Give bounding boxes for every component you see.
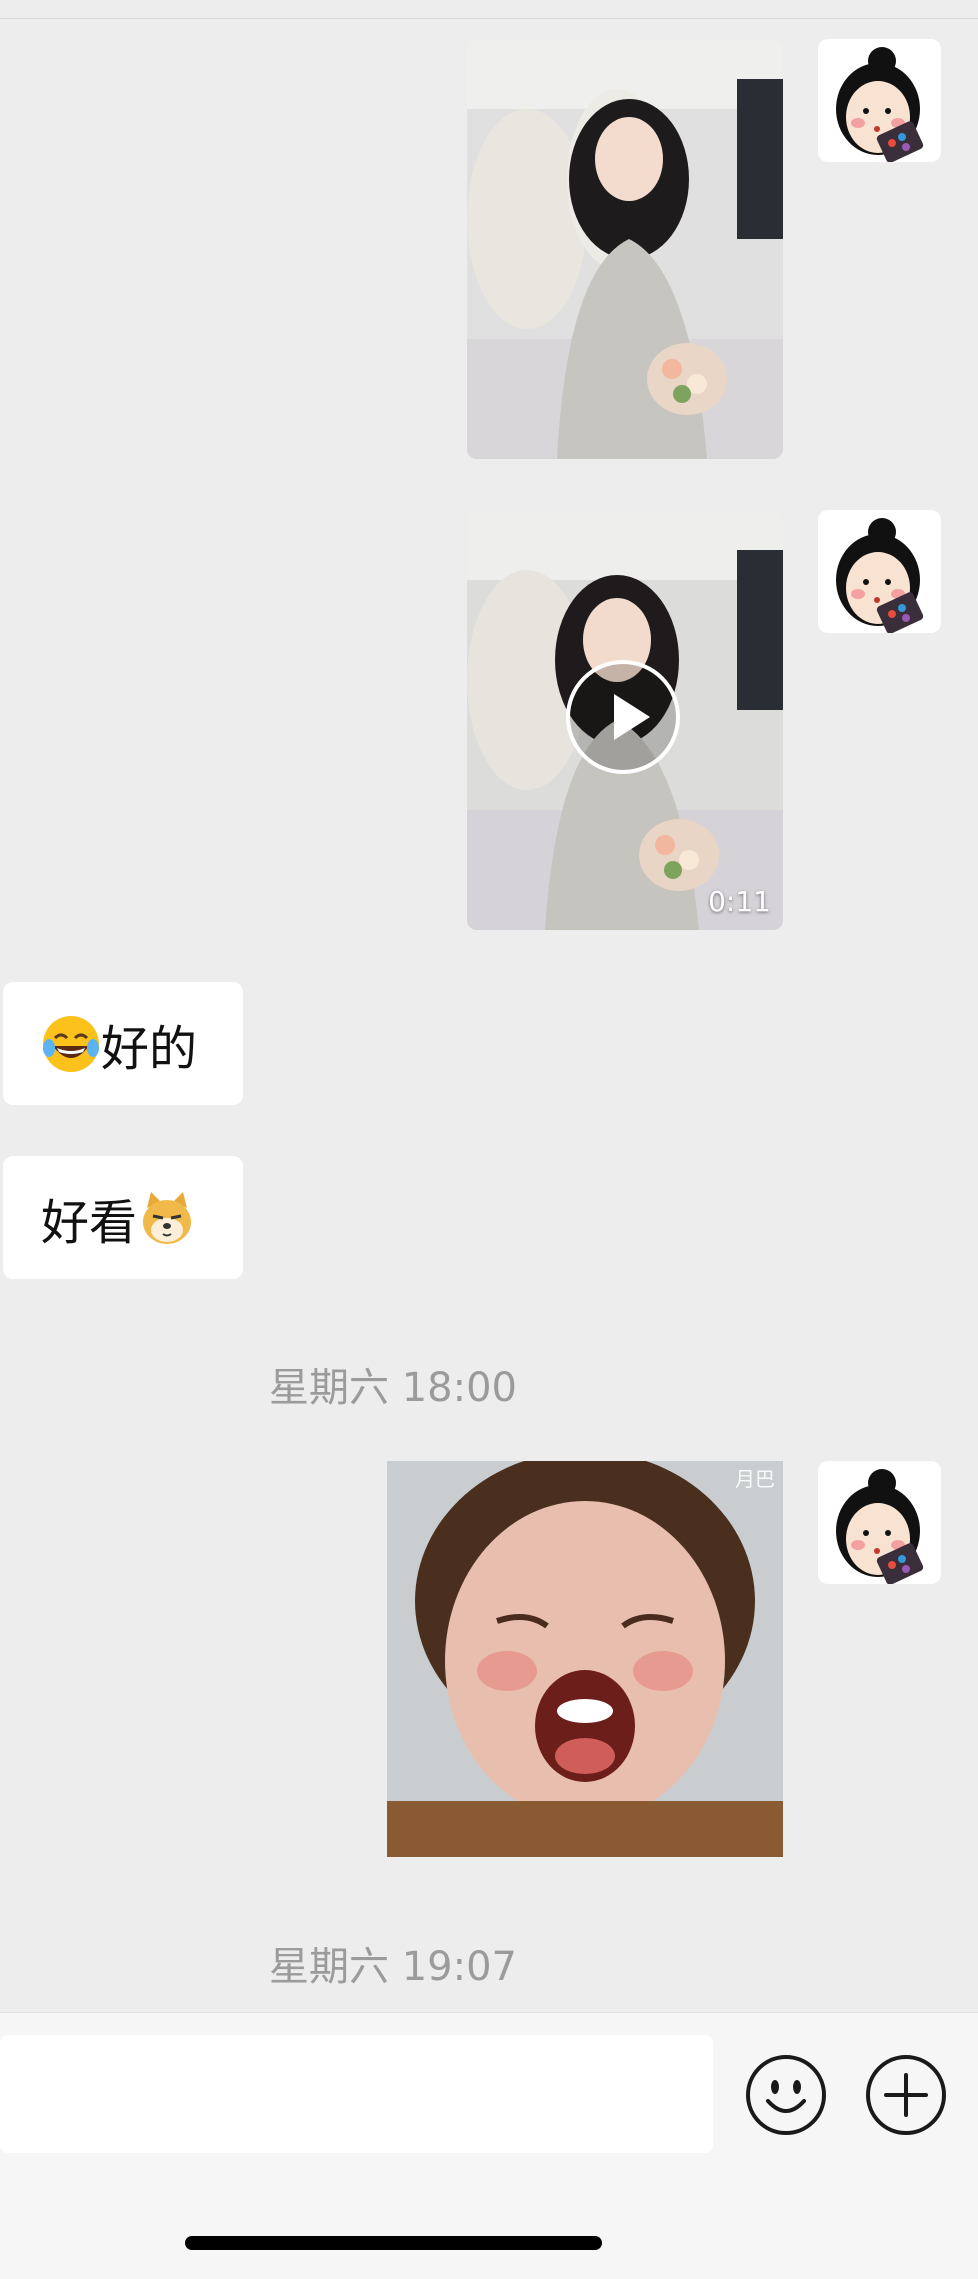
wedding-photo[interactable] [467,39,783,459]
avatar[interactable] [818,1461,941,1584]
doge-emoji-icon [137,1188,197,1248]
home-indicator [185,2236,602,2250]
avatar[interactable] [818,39,941,162]
laughing-emoji-icon [41,1014,101,1074]
play-icon[interactable] [566,660,680,774]
emoji-button[interactable] [746,2055,826,2135]
sticker-watermark: 月巴 [735,1467,775,1491]
timestamp: 星期六 18:00 [269,1365,517,1411]
top-divider [0,18,978,19]
sticker-image[interactable]: 月巴 [387,1461,783,1857]
message-input[interactable] [0,2035,713,2153]
video-duration: 0:11 [708,885,771,918]
message-bubble[interactable]: 好的 [3,982,243,1105]
smiley-face-icon [766,2080,806,2113]
plus-icon [884,2073,928,2117]
video-message[interactable]: 0:11 [467,510,783,930]
timestamp: 星期六 19:07 [269,1944,517,1990]
message-text: 好的 [101,1020,198,1077]
more-button[interactable] [866,2055,946,2135]
message-text: 好看 [41,1194,138,1251]
avatar[interactable] [818,510,941,633]
message-bubble[interactable]: 好看 [3,1156,243,1279]
